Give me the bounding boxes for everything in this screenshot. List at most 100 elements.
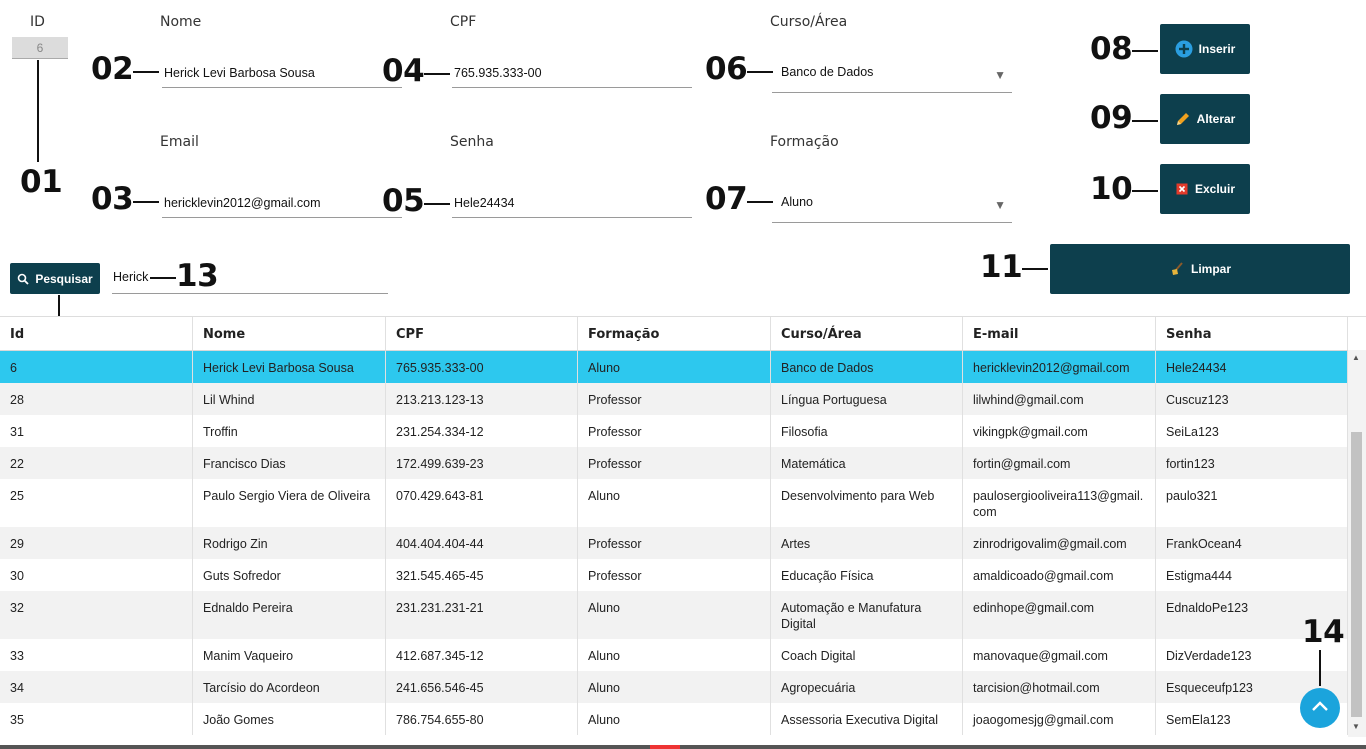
annotation-line-01 — [37, 60, 39, 162]
table-cell: Guts Sofredor — [193, 559, 386, 591]
caret-down-icon: ▼ — [994, 68, 1006, 82]
table-cell: 22 — [0, 447, 193, 479]
table-cell: João Gomes — [193, 703, 386, 735]
table-cell: Aluno — [578, 479, 771, 527]
table-row[interactable]: 6 Herick Levi Barbosa Sousa 765.935.333-00… — [0, 351, 1366, 383]
table-cell: Professor — [578, 447, 771, 479]
table-cell: Troffin — [193, 415, 386, 447]
table-header: Id Nome CPF Formação Curso/Área E-mail S… — [0, 317, 1366, 351]
column-header[interactable]: Id — [0, 317, 193, 350]
table-cell: Hele24434 — [1156, 351, 1348, 383]
email-field[interactable]: hericklevin2012@gmail.com — [162, 190, 402, 218]
table-cell: Ednaldo Pereira — [193, 591, 386, 639]
bottom-edge-marker — [650, 745, 680, 749]
annotation-line-05 — [424, 203, 450, 205]
bottom-edge — [0, 745, 1366, 749]
annotation-10: 10 — [1090, 171, 1133, 207]
table-cell: 6 — [0, 351, 193, 383]
column-header[interactable]: Nome — [193, 317, 386, 350]
table-row[interactable]: 32 Ednaldo Pereira 231.231.231-21 Aluno Auto… — [0, 591, 1366, 639]
nome-label: Nome — [160, 14, 202, 30]
column-header[interactable]: Formação — [578, 317, 771, 350]
curso-select[interactable]: Banco de Dados ▼ — [772, 58, 1012, 93]
table-cell: 321.545.465-45 — [386, 559, 578, 591]
table-row[interactable]: 22 Francisco Dias 172.499.639-23 Professor M… — [0, 447, 1366, 479]
annotation-line-09 — [1132, 120, 1158, 122]
nome-field[interactable]: Herick Levi Barbosa Sousa — [162, 60, 402, 88]
annotation-11: 11 — [980, 249, 1023, 285]
cpf-field[interactable]: 765.935.333-00 — [452, 60, 692, 88]
pencil-icon — [1175, 111, 1191, 127]
table-cell: paulo321 — [1156, 479, 1348, 527]
table-cell: edinhope@gmail.com — [963, 591, 1156, 639]
alterar-button[interactable]: Alterar — [1160, 94, 1250, 144]
table-cell: Banco de Dados — [771, 351, 963, 383]
scroll-down-icon[interactable]: ▼ — [1352, 722, 1360, 731]
inserir-button[interactable]: Inserir — [1160, 24, 1250, 74]
table-row[interactable]: 29 Rodrigo Zin 404.404.404-44 Professor Arte… — [0, 527, 1366, 559]
annotation-04: 04 — [382, 53, 425, 89]
users-table: Id Nome CPF Formação Curso/Área E-mail S… — [0, 316, 1366, 737]
senha-field[interactable]: Hele24434 — [452, 190, 692, 218]
column-header[interactable]: Curso/Área — [771, 317, 963, 350]
table-cell: tarcision@hotmail.com — [963, 671, 1156, 703]
annotation-01: 01 — [20, 164, 63, 200]
table-cell: Aluno — [578, 351, 771, 383]
table-cell: amaldicoado@gmail.com — [963, 559, 1156, 591]
table-cell: hericklevin2012@gmail.com — [963, 351, 1156, 383]
scroll-to-top-button[interactable] — [1300, 688, 1340, 728]
alterar-label: Alterar — [1196, 112, 1236, 126]
table-cell: Filosofia — [771, 415, 963, 447]
excluir-button[interactable]: Excluir — [1160, 164, 1250, 214]
table-body: 6 Herick Levi Barbosa Sousa 765.935.333-00… — [0, 351, 1366, 735]
annotation-line-04 — [424, 73, 450, 75]
table-row[interactable]: 25 Paulo Sergio Viera de Oliveira 070.429.… — [0, 479, 1366, 527]
annotation-line-08 — [1132, 50, 1158, 52]
table-cell: fortin123 — [1156, 447, 1348, 479]
curso-select-value: Banco de Dados — [781, 65, 874, 79]
table-cell: Paulo Sergio Viera de Oliveira — [193, 479, 386, 527]
table-cell: 786.754.655-80 — [386, 703, 578, 735]
table-row[interactable]: 28 Lil Whind 213.213.123-13 Professor Língua… — [0, 383, 1366, 415]
table-cell: Manim Vaqueiro — [193, 639, 386, 671]
table-cell: Lil Whind — [193, 383, 386, 415]
table-cell: Francisco Dias — [193, 447, 386, 479]
table-cell: Assessoria Executiva Digital — [771, 703, 963, 735]
column-header[interactable]: CPF — [386, 317, 578, 350]
formacao-select[interactable]: Aluno ▼ — [772, 188, 1012, 223]
vertical-scrollbar[interactable]: ▲ ▼ — [1348, 350, 1366, 737]
column-header[interactable]: E-mail — [963, 317, 1156, 350]
formacao-select-value: Aluno — [781, 195, 813, 209]
cpf-label: CPF — [450, 14, 477, 30]
table-cell: 25 — [0, 479, 193, 527]
table-row[interactable]: 33 Manim Vaqueiro 412.687.345-12 Aluno Coach… — [0, 639, 1366, 671]
annotation-line-06 — [747, 71, 773, 73]
table-cell: 172.499.639-23 — [386, 447, 578, 479]
table-row[interactable]: 34 Tarcísio do Acordeon 241.656.546-45 Alun… — [0, 671, 1366, 703]
table-cell: Desenvolvimento para Web — [771, 479, 963, 527]
table-cell: Professor — [578, 415, 771, 447]
column-header[interactable]: Senha — [1156, 317, 1348, 350]
scroll-up-icon[interactable]: ▲ — [1352, 353, 1360, 362]
search-input[interactable]: Herick — [112, 264, 388, 294]
table-row[interactable]: 35 João Gomes 786.754.655-80 Aluno Assessori… — [0, 703, 1366, 735]
table-cell: SeiLa123 — [1156, 415, 1348, 447]
annotation-line-13 — [150, 277, 176, 279]
table-cell: 765.935.333-00 — [386, 351, 578, 383]
inserir-label: Inserir — [1198, 42, 1236, 56]
scrollbar-thumb[interactable] — [1351, 432, 1362, 717]
table-cell: Automação e Manufatura Digital — [771, 591, 963, 639]
table-cell: Rodrigo Zin — [193, 527, 386, 559]
annotation-08: 08 — [1090, 31, 1133, 67]
table-cell: paulosergioolivei­ra113@gmail.com — [963, 479, 1156, 527]
table-row[interactable]: 30 Guts Sofredor 321.545.465-45 Professor Ed… — [0, 559, 1366, 591]
table-cell: Língua Portuguesa — [771, 383, 963, 415]
limpar-button[interactable]: Limpar — [1050, 244, 1350, 294]
annotation-line-03 — [133, 201, 159, 203]
id-label: ID — [30, 14, 45, 30]
pesquisar-button[interactable]: Pesquisar — [10, 263, 100, 294]
annotation-06: 06 — [705, 51, 748, 87]
email-label: Email — [160, 134, 199, 150]
table-cell: Aluno — [578, 639, 771, 671]
table-row[interactable]: 31 Troffin 231.254.334-12 Professor Filosofi… — [0, 415, 1366, 447]
